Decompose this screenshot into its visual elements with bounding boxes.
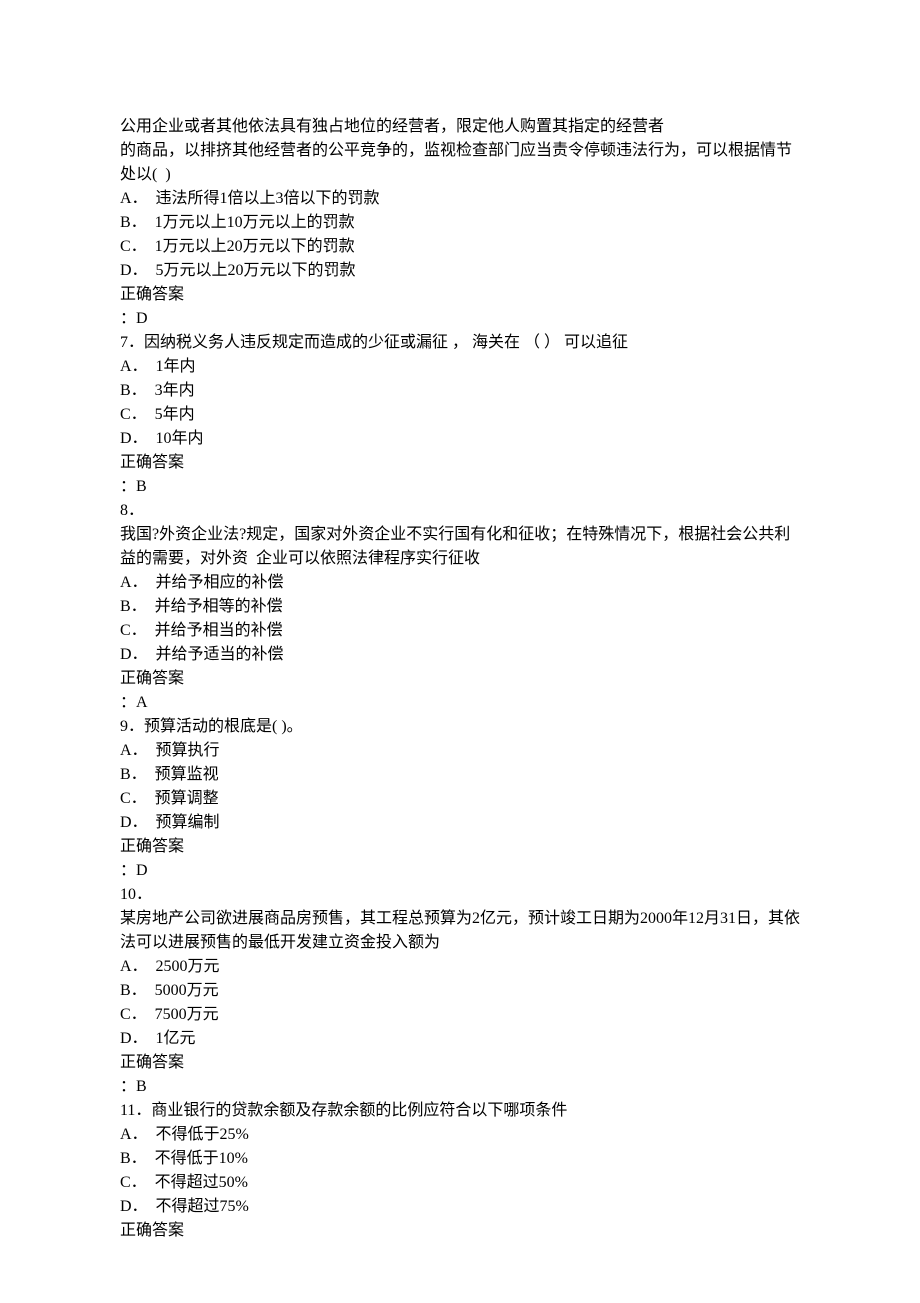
q7-option-a: A． 1年内 xyxy=(120,355,800,379)
q8-option-a: A． 并给予相应的补偿 xyxy=(120,571,800,595)
q7-option-c: C． 5年内 xyxy=(120,403,800,427)
q11-option-c: C． 不得超过50% xyxy=(120,1171,800,1195)
q9-option-d: D． 预算编制 xyxy=(120,811,800,835)
document-page: 公用企业或者其他依法具有独占地位的经营者，限定他人购置其指定的经营者 的商品，以… xyxy=(0,0,920,1303)
q6-stem-line2: 的商品，以排挤其他经营者的公平竞争的，监视检查部门应当责令停顿违法行为，可以根据… xyxy=(120,139,800,187)
q10-option-a: A． 2500万元 xyxy=(120,955,800,979)
q9-answer: ：D xyxy=(120,859,800,883)
q8-num: 8． xyxy=(120,499,800,523)
q7-answer: ：B xyxy=(120,475,800,499)
q10-stem: 某房地产公司欲进展商品房预售，其工程总预算为2亿元，预计竣工日期为2000年12… xyxy=(120,907,800,955)
q6-option-b: B． 1万元以上10万元以上的罚款 xyxy=(120,211,800,235)
q11-answer-label: 正确答案 xyxy=(120,1219,800,1243)
q11-stem: 11．商业银行的贷款余额及存款余额的比例应符合以下哪项条件 xyxy=(120,1099,800,1123)
q10-option-c: C． 7500万元 xyxy=(120,1003,800,1027)
q8-stem: 我国?外资企业法?规定，国家对外资企业不实行国有化和征收；在特殊情况下，根据社会… xyxy=(120,523,800,571)
q9-option-b: B． 预算监视 xyxy=(120,763,800,787)
q9-option-c: C． 预算调整 xyxy=(120,787,800,811)
q11-option-a: A． 不得低于25% xyxy=(120,1123,800,1147)
q10-answer-label: 正确答案 xyxy=(120,1051,800,1075)
q9-stem: 9．预算活动的根底是( )。 xyxy=(120,715,800,739)
q8-option-b: B． 并给予相等的补偿 xyxy=(120,595,800,619)
q9-answer-label: 正确答案 xyxy=(120,835,800,859)
q7-answer-label: 正确答案 xyxy=(120,451,800,475)
q6-option-d: D． 5万元以上20万元以下的罚款 xyxy=(120,259,800,283)
q6-answer-label: 正确答案 xyxy=(120,283,800,307)
q8-answer-label: 正确答案 xyxy=(120,667,800,691)
q7-stem: 7．因纳税义务人违反规定而造成的少征或漏征 ， 海关在 （ ） 可以追征 xyxy=(120,331,800,355)
q9-option-a: A． 预算执行 xyxy=(120,739,800,763)
q7-option-b: B． 3年内 xyxy=(120,379,800,403)
q7-option-d: D． 10年内 xyxy=(120,427,800,451)
q10-answer: ：B xyxy=(120,1075,800,1099)
q6-option-a: A． 违法所得1倍以上3倍以下的罚款 xyxy=(120,187,800,211)
q8-option-c: C． 并给予相当的补偿 xyxy=(120,619,800,643)
q8-answer: ：A xyxy=(120,691,800,715)
q11-option-b: B． 不得低于10% xyxy=(120,1147,800,1171)
q6-stem-line1: 公用企业或者其他依法具有独占地位的经营者，限定他人购置其指定的经营者 xyxy=(120,115,800,139)
q8-option-d: D． 并给予适当的补偿 xyxy=(120,643,800,667)
q10-num: 10． xyxy=(120,883,800,907)
q10-option-b: B． 5000万元 xyxy=(120,979,800,1003)
q11-option-d: D． 不得超过75% xyxy=(120,1195,800,1219)
q10-option-d: D． 1亿元 xyxy=(120,1027,800,1051)
q6-answer: ：D xyxy=(120,307,800,331)
q6-option-c: C． 1万元以上20万元以下的罚款 xyxy=(120,235,800,259)
